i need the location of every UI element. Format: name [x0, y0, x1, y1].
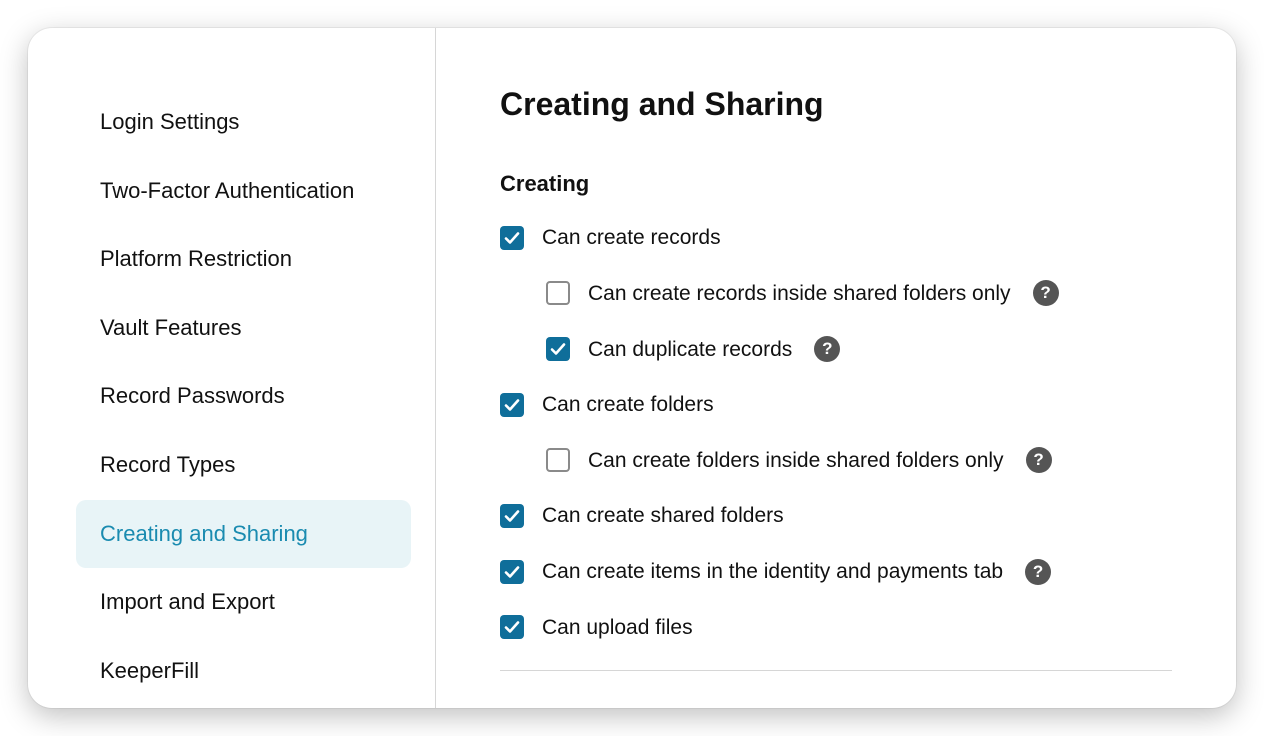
section-heading-creating: Creating: [500, 171, 1172, 197]
sidebar-item-label: Two-Factor Authentication: [100, 178, 354, 203]
checkbox[interactable]: [500, 393, 524, 417]
help-icon[interactable]: ?: [1026, 447, 1052, 473]
settings-main: Creating and Sharing Creating Can create…: [436, 28, 1236, 708]
sidebar-item-label: Record Passwords: [100, 383, 285, 408]
help-icon[interactable]: ?: [814, 336, 840, 362]
sidebar-item-label: Record Types: [100, 452, 235, 477]
sidebar-item-label: Login Settings: [100, 109, 239, 134]
option-label: Can create records inside shared folders…: [588, 281, 1011, 306]
option-label: Can upload files: [542, 615, 693, 640]
option-row: Can create records inside shared folders…: [546, 280, 1172, 306]
sidebar-item[interactable]: Record Passwords: [76, 362, 411, 431]
option-label: Can create records: [542, 225, 721, 250]
checkbox[interactable]: [500, 615, 524, 639]
sidebar-item[interactable]: Platform Restriction: [76, 225, 411, 294]
settings-sidebar: Login Settings Two-Factor Authentication P…: [28, 28, 436, 708]
sidebar-item-label: Creating and Sharing: [100, 521, 308, 546]
sidebar-item[interactable]: Import and Export: [76, 568, 411, 637]
option-row: Can duplicate records?: [546, 336, 1172, 362]
help-icon[interactable]: ?: [1033, 280, 1059, 306]
sidebar-item-label: Platform Restriction: [100, 246, 292, 271]
checkbox[interactable]: [500, 560, 524, 584]
option-label: Can create folders: [542, 392, 714, 417]
checkbox[interactable]: [500, 504, 524, 528]
option-label: Can create shared folders: [542, 503, 784, 528]
sidebar-item-label: Import and Export: [100, 589, 275, 614]
sidebar-item[interactable]: Two-Factor Authentication: [76, 157, 411, 226]
sidebar-item-label: Vault Features: [100, 315, 241, 340]
checkbox[interactable]: [500, 226, 524, 250]
checkbox[interactable]: [546, 337, 570, 361]
sidebar-item[interactable]: KeeperFill: [76, 637, 411, 706]
options-list: Can create records Can create records ins…: [500, 225, 1172, 640]
option-row: Can create folders: [500, 392, 1172, 417]
sidebar-item[interactable]: Vault Features: [76, 294, 411, 363]
sidebar-item[interactable]: Login Settings: [76, 88, 411, 157]
checkbox[interactable]: [546, 448, 570, 472]
checkbox[interactable]: [546, 281, 570, 305]
section-divider: [500, 670, 1172, 671]
option-row: Can create folders inside shared folders…: [546, 447, 1172, 473]
option-row: Can upload files: [500, 615, 1172, 640]
option-row: Can create shared folders: [500, 503, 1172, 528]
sidebar-item[interactable]: Creating and Sharing: [76, 500, 411, 569]
option-label: Can create folders inside shared folders…: [588, 448, 1004, 473]
sidebar-item[interactable]: Record Types: [76, 431, 411, 500]
settings-panel: Login Settings Two-Factor Authentication P…: [28, 28, 1236, 708]
sidebar-item-label: KeeperFill: [100, 658, 199, 683]
help-icon[interactable]: ?: [1025, 559, 1051, 585]
option-label: Can create items in the identity and pay…: [542, 559, 1003, 584]
option-row: Can create records: [500, 225, 1172, 250]
option-label: Can duplicate records: [588, 337, 792, 362]
page-title: Creating and Sharing: [500, 86, 1172, 123]
option-row: Can create items in the identity and pay…: [500, 559, 1172, 585]
